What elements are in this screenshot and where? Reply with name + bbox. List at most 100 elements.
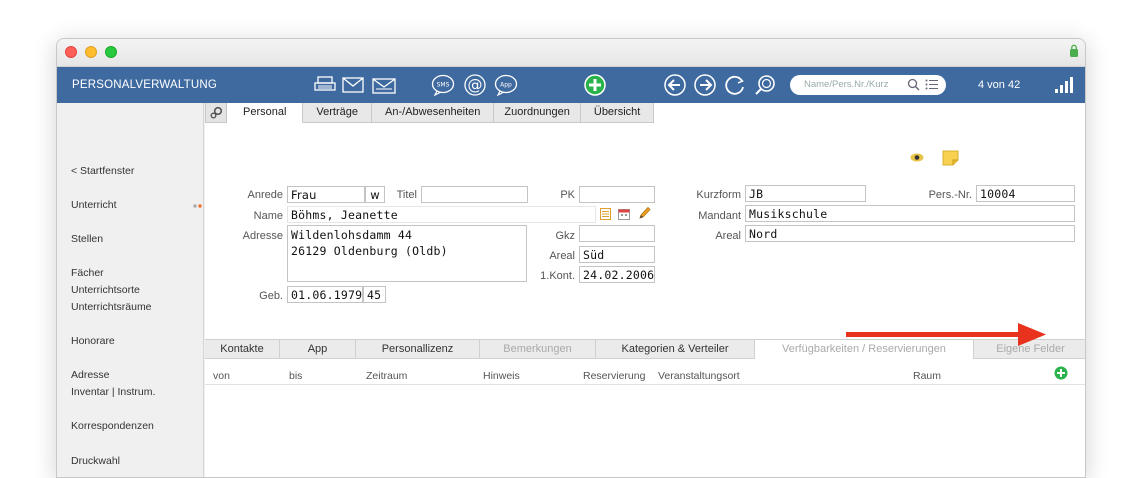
adresse-label: Adresse xyxy=(242,230,283,242)
add-record-icon[interactable] xyxy=(584,74,606,96)
sidebar: < Startfenster Unterricht Stellen Fächer… xyxy=(57,103,204,477)
tab-bemerkungen[interactable]: Bemerkungen xyxy=(480,340,596,359)
sidebar-item-honorare[interactable]: Honorare xyxy=(71,335,115,347)
tab-uebersicht[interactable]: Übersicht xyxy=(580,103,655,123)
tab-kategorien[interactable]: Kategorien & Verteiler xyxy=(596,340,755,359)
zoom-window-button[interactable] xyxy=(105,46,117,58)
at-label: @ xyxy=(468,76,483,94)
col-raum[interactable]: Raum xyxy=(913,370,941,382)
col-veranstaltungsort[interactable]: Veranstaltungsort xyxy=(658,370,740,382)
add-reservation-icon[interactable] xyxy=(1054,366,1068,380)
mandant-label: Mandant xyxy=(698,210,741,222)
close-window-button[interactable] xyxy=(65,46,77,58)
sidebar-item-unterrichtsorte[interactable]: Unterrichtsorte xyxy=(71,284,140,296)
mail-icon[interactable] xyxy=(342,74,364,96)
adresse-field[interactable]: Wildenlohsdamm 44 26129 Oldenburg (Oldb) xyxy=(287,225,527,282)
sidebar-item-druckwahl[interactable]: Druckwahl xyxy=(71,455,120,467)
search-placeholder: Name/Pers.Nr./Kurz xyxy=(804,79,889,90)
app-toolbar: PERSONALVERWALTUNG SMS @ App Name/Pers.N… xyxy=(57,67,1085,103)
tab-zuordnungen[interactable]: Zuordnungen xyxy=(494,103,581,123)
mandant-field[interactable]: Musikschule xyxy=(745,205,1075,222)
window-titlebar xyxy=(57,39,1085,67)
sidebar-item-inventar[interactable]: Inventar | Instrum. xyxy=(71,386,155,398)
gkz-field[interactable] xyxy=(579,225,655,242)
kurzform-label: Kurzform xyxy=(696,189,741,201)
gender-field[interactable]: w xyxy=(365,186,385,203)
main-panel: Personal Verträge An-/Abwesenheiten Zuor… xyxy=(205,103,1085,477)
tab-kontakte[interactable]: Kontakte xyxy=(205,340,280,359)
areal-label: Areal xyxy=(549,250,575,262)
sms-icon[interactable]: SMS xyxy=(431,74,455,96)
calendar-icon[interactable] xyxy=(618,208,630,220)
app-label: App xyxy=(500,82,512,89)
sidebar-item-unterrichtsraeume[interactable]: Unterrichtsräume xyxy=(71,301,152,313)
col-reservierung[interactable]: Reservierung xyxy=(583,370,645,382)
signal-icon xyxy=(1055,77,1073,93)
geb-field[interactable]: 01.06.1979 xyxy=(287,286,363,303)
titel-label: Titel xyxy=(396,189,417,201)
sidebar-item-faecher[interactable]: Fächer xyxy=(71,267,104,279)
adresse-line1: Wildenlohsdamm 44 xyxy=(291,228,413,242)
persnr-label: Pers.-Nr. xyxy=(928,189,972,201)
app-window: PERSONALVERWALTUNG SMS @ App Name/Pers.N… xyxy=(56,38,1086,478)
age-field: 45 xyxy=(363,286,386,303)
status-dots-icon xyxy=(193,204,202,208)
mail-open-icon[interactable] xyxy=(372,74,396,96)
areal2-field[interactable]: Nord xyxy=(745,225,1075,242)
persnr-field[interactable]: 10004 xyxy=(976,185,1075,202)
record-tabs: Personal Verträge An-/Abwesenheiten Zuor… xyxy=(205,103,655,123)
gears-icon xyxy=(210,106,222,119)
col-zeitraum[interactable]: Zeitraum xyxy=(366,370,407,382)
tab-vertraege[interactable]: Verträge xyxy=(303,103,373,123)
tab-abwesenheiten[interactable]: An-/Abwesenheiten xyxy=(372,103,495,123)
minimize-window-button[interactable] xyxy=(85,46,97,58)
eye-icon[interactable] xyxy=(910,153,924,162)
forward-icon[interactable] xyxy=(694,74,716,96)
printer-icon[interactable] xyxy=(314,74,336,96)
app-icon[interactable]: App xyxy=(494,74,518,96)
at-icon[interactable]: @ xyxy=(463,74,487,96)
adresse-line2: 26129 Oldenburg (Oldb) xyxy=(291,244,448,258)
reservation-table-header: von bis Zeitraum Hinweis Reservierung Ve… xyxy=(205,361,1085,385)
col-von[interactable]: von xyxy=(213,370,230,382)
sidebar-item-startfenster[interactable]: < Startfenster xyxy=(71,165,134,177)
search-icon[interactable] xyxy=(754,74,776,96)
tab-app[interactable]: App xyxy=(280,340,356,359)
app-title: PERSONALVERWALTUNG xyxy=(72,79,218,91)
anrede-label: Anrede xyxy=(247,189,283,201)
geb-label: Geb. xyxy=(259,290,283,302)
magnifier-icon[interactable] xyxy=(907,78,920,91)
list-icon[interactable] xyxy=(925,79,938,90)
back-icon[interactable] xyxy=(664,74,686,96)
col-hinweis[interactable]: Hinweis xyxy=(483,370,520,382)
sidebar-item-stellen[interactable]: Stellen xyxy=(71,233,103,245)
sidebar-item-korrespondenzen[interactable]: Korrespondenzen xyxy=(71,420,154,432)
name-field[interactable]: Böhms, Jeanette xyxy=(287,206,596,223)
kont-field[interactable]: 24.02.2006 xyxy=(579,266,655,283)
kurzform-field[interactable]: JB xyxy=(745,185,866,202)
lock-icon xyxy=(1070,44,1078,57)
sms-label: SMS xyxy=(437,82,450,89)
refresh-icon[interactable] xyxy=(724,74,746,96)
kont-label: 1.Kont. xyxy=(540,270,575,282)
pk-label: PK xyxy=(560,189,575,201)
tab-personallizenz[interactable]: Personallizenz xyxy=(356,340,480,359)
pk-field[interactable] xyxy=(579,186,655,203)
sidebar-item-unterricht[interactable]: Unterricht xyxy=(71,199,117,211)
areal-field[interactable]: Süd xyxy=(579,246,655,263)
note-icon[interactable] xyxy=(942,150,959,166)
titel-field[interactable] xyxy=(421,186,528,203)
record-counter: 4 von 42 xyxy=(978,79,1021,91)
settings-tab[interactable] xyxy=(205,103,227,123)
col-bis[interactable]: bis xyxy=(289,370,302,382)
red-arrow-annotation xyxy=(846,323,1046,346)
sidebar-item-adresse[interactable]: Adresse xyxy=(71,369,110,381)
gkz-label: Gkz xyxy=(555,230,575,242)
search-input[interactable]: Name/Pers.Nr./Kurz xyxy=(790,75,946,95)
tab-personal[interactable]: Personal xyxy=(227,103,304,123)
pencil-icon[interactable] xyxy=(638,206,651,220)
anrede-field[interactable]: Frau xyxy=(287,186,365,203)
list-doc-icon[interactable] xyxy=(600,208,611,220)
areal2-label: Areal xyxy=(715,230,741,242)
name-label: Name xyxy=(253,210,283,222)
